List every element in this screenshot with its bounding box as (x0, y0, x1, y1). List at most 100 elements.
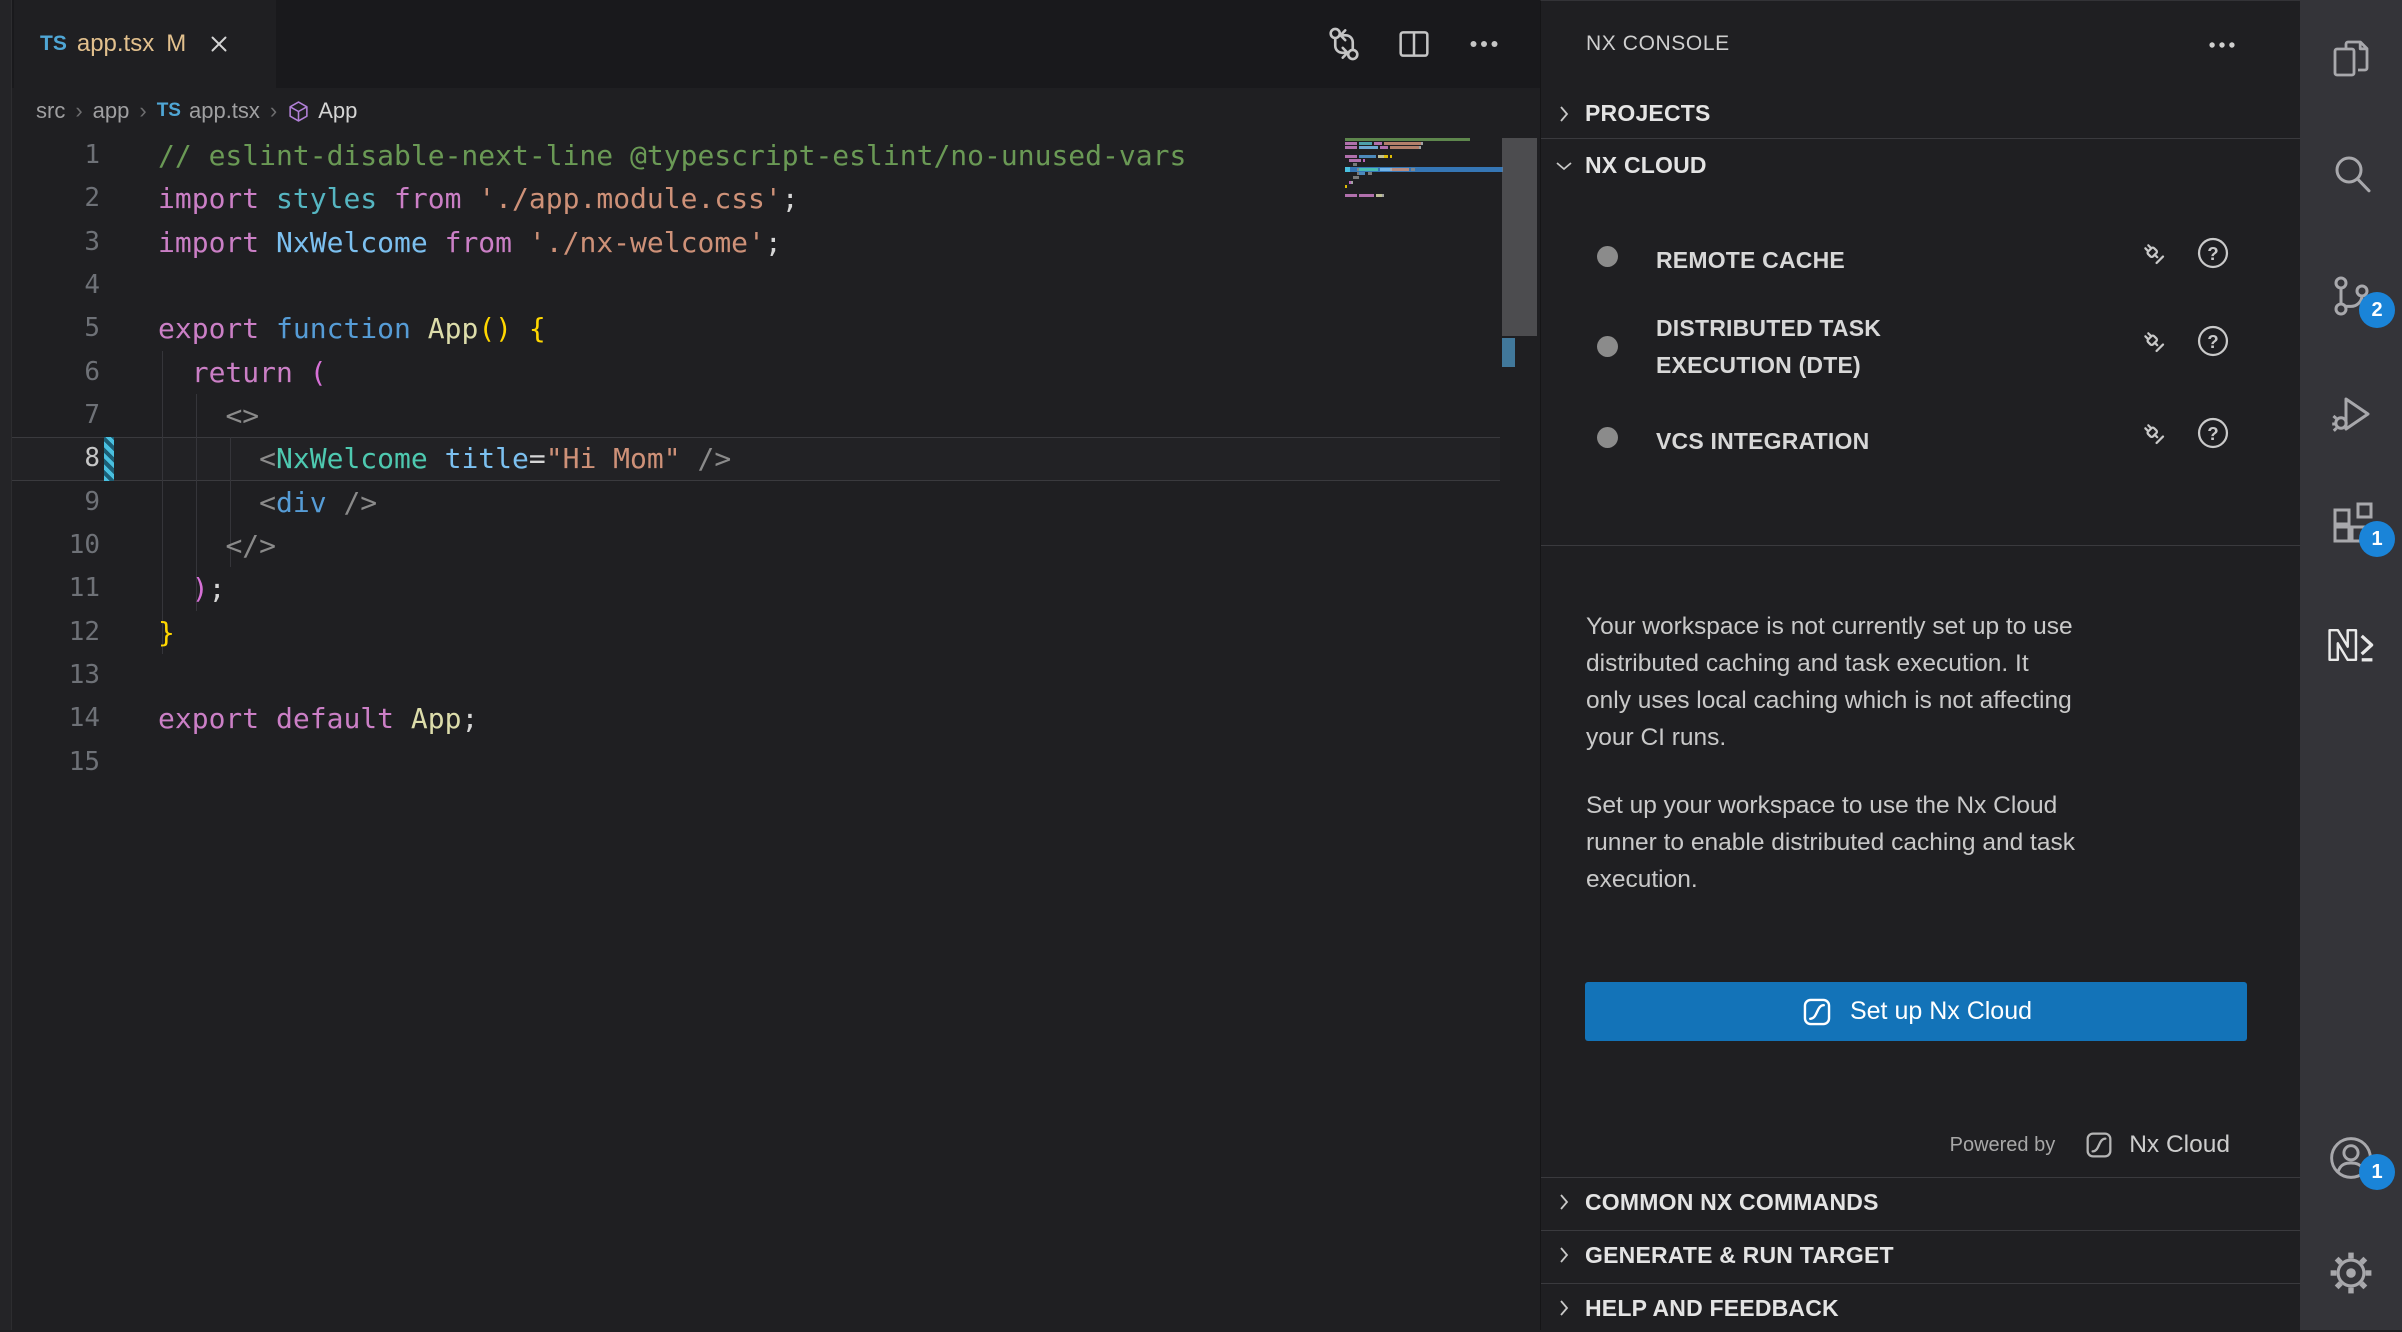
code-line[interactable]: 15 (12, 741, 1540, 784)
account-icon[interactable]: 1 (2300, 1110, 2402, 1206)
scrollbar-thumb[interactable] (1502, 138, 1537, 336)
minimap-line (1345, 146, 1421, 149)
overview-ruler-modified-marker (1502, 338, 1515, 367)
line-number: 3 (12, 221, 100, 264)
settings-gear-icon[interactable] (2300, 1225, 2402, 1321)
breadcrumb-src[interactable]: src (36, 98, 65, 124)
status-bullet (1597, 336, 1618, 357)
line-content: // eslint-disable-next-line @typescript-… (158, 134, 1186, 177)
line-content: export default App; (158, 697, 478, 740)
typescript-file-icon: TS (157, 100, 181, 122)
line-number: 8 (12, 437, 100, 480)
setup-nx-cloud-button[interactable]: Set up Nx Cloud (1585, 982, 2247, 1041)
nx-cloud-icon (2083, 1129, 2115, 1161)
code-line[interactable]: 12} (12, 611, 1540, 654)
connect-plug-icon[interactable] (2133, 321, 2173, 361)
extensions-icon[interactable]: 1 (2300, 477, 2402, 573)
section-help-and-feedback[interactable]: HELP AND FEEDBACK (1541, 1283, 2300, 1332)
minimap-line (1345, 155, 1392, 158)
close-icon[interactable] (206, 31, 232, 57)
line-content: </> (158, 524, 276, 567)
svg-text:?: ? (2207, 331, 2218, 352)
setup-button-label: Set up Nx Cloud (1850, 997, 2032, 1026)
more-actions-icon[interactable] (1462, 22, 1506, 66)
breadcrumb-symbol[interactable]: App (318, 98, 357, 124)
explorer-icon[interactable] (2300, 10, 2402, 106)
breadcrumb-file[interactable]: app.tsx (189, 98, 260, 124)
editor-group: TS app.tsx M (12, 0, 1540, 1330)
nx-cloud-icon (1800, 995, 1834, 1029)
source-control-icon[interactable]: 2 (2300, 248, 2402, 344)
breadcrumb-separator: › (270, 98, 277, 124)
code-line[interactable]: 5export function App() { (12, 307, 1540, 350)
minimap-line (1345, 142, 1423, 145)
minimap[interactable] (1345, 137, 1503, 247)
code-line[interactable]: 7 <> (12, 394, 1540, 437)
breadcrumb-app[interactable]: app (93, 98, 130, 124)
svg-text:?: ? (2207, 423, 2218, 444)
line-number: 1 (12, 134, 100, 177)
minimap-line (1345, 168, 1415, 171)
code-line[interactable]: 13 (12, 654, 1540, 697)
minimap-line (1345, 159, 1365, 162)
code-line[interactable]: 8 <NxWelcome title="Hi Mom" /> (12, 437, 1540, 480)
minimap-line (1345, 172, 1372, 175)
open-changes-icon[interactable] (1322, 22, 1366, 66)
line-content: <> (158, 394, 259, 437)
code-line[interactable]: 11 ); (12, 567, 1540, 610)
editor-actions (1322, 0, 1506, 88)
extensions-badge: 1 (2359, 521, 2395, 557)
line-number: 10 (12, 524, 100, 567)
panel-header: NX CONSOLE (1541, 1, 2300, 89)
split-editor-icon[interactable] (1392, 22, 1436, 66)
status-bullet (1597, 427, 1618, 448)
code-line[interactable]: 6 return ( (12, 351, 1540, 394)
help-question-icon[interactable]: ? (2193, 413, 2233, 453)
connect-plug-icon[interactable] (2133, 233, 2173, 273)
chevron-right-icon (1549, 102, 1579, 126)
code-editor[interactable]: 1 // eslint-disable-next-line @typescript… (12, 134, 1540, 1330)
section-projects[interactable]: PROJECTS (1541, 89, 2300, 138)
cloud-item-dte[interactable]: DISTRIBUTED TASK EXECUTION (DTE) (1656, 310, 1881, 384)
code-line[interactable]: 2import styles from './app.module.css'; (12, 177, 1540, 220)
section-nx-cloud[interactable]: NX CLOUD (1541, 141, 2300, 190)
nx-console-icon[interactable] (2300, 597, 2402, 693)
panel-title: NX CONSOLE (1586, 32, 1730, 56)
powered-by: Powered by Nx Cloud (1950, 1125, 2230, 1165)
chevron-right-icon (1549, 1190, 1579, 1214)
code-line[interactable]: 1 // eslint-disable-next-line @typescript… (12, 134, 1540, 177)
minimap-line (1345, 194, 1384, 197)
connect-plug-icon[interactable] (2133, 413, 2173, 453)
git-modified-badge: M (166, 30, 186, 58)
help-question-icon[interactable]: ? (2193, 321, 2233, 361)
cloud-item-remote-cache[interactable]: REMOTE CACHE (1656, 242, 1845, 279)
code-line[interactable]: 3import NxWelcome from './nx-welcome'; (12, 221, 1540, 264)
svg-text:?: ? (2207, 243, 2218, 264)
tab-app-tsx[interactable]: TS app.tsx M (14, 0, 276, 88)
typescript-file-icon: TS (40, 32, 67, 56)
source-control-badge: 2 (2359, 292, 2395, 328)
chevron-right-icon (1549, 1296, 1579, 1320)
line-number: 9 (12, 481, 100, 524)
section-common-nx-commands[interactable]: COMMON NX COMMANDS (1541, 1177, 2300, 1226)
code-line[interactable]: 10 </> (12, 524, 1540, 567)
line-number: 13 (12, 654, 100, 697)
code-line[interactable]: 4 (12, 264, 1540, 307)
line-content: return ( (158, 351, 327, 394)
cloud-item-vcs-integration[interactable]: VCS INTEGRATION (1656, 423, 1869, 460)
code-line[interactable]: 9 <div /> (12, 481, 1540, 524)
section-generate-run-target[interactable]: GENERATE & RUN TARGET (1541, 1230, 2300, 1279)
nx-console-panel: NX CONSOLE PROJECTS NX CLOUD REMOTE CACH… (1540, 0, 2300, 1330)
line-number: 2 (12, 177, 100, 220)
tab-label: app.tsx (77, 30, 154, 58)
run-and-debug-icon[interactable] (2300, 366, 2402, 462)
breadcrumb-separator: › (139, 98, 146, 124)
code-line[interactable]: 14export default App; (12, 697, 1540, 740)
nx-cloud-brand-label: Nx Cloud (2129, 1131, 2230, 1159)
line-number: 11 (12, 567, 100, 610)
editor-scrollbar[interactable] (1502, 0, 1537, 1330)
divider (1541, 545, 2300, 546)
help-question-icon[interactable]: ? (2193, 233, 2233, 273)
search-icon[interactable] (2300, 126, 2402, 222)
panel-more-actions-icon[interactable] (2200, 23, 2244, 67)
